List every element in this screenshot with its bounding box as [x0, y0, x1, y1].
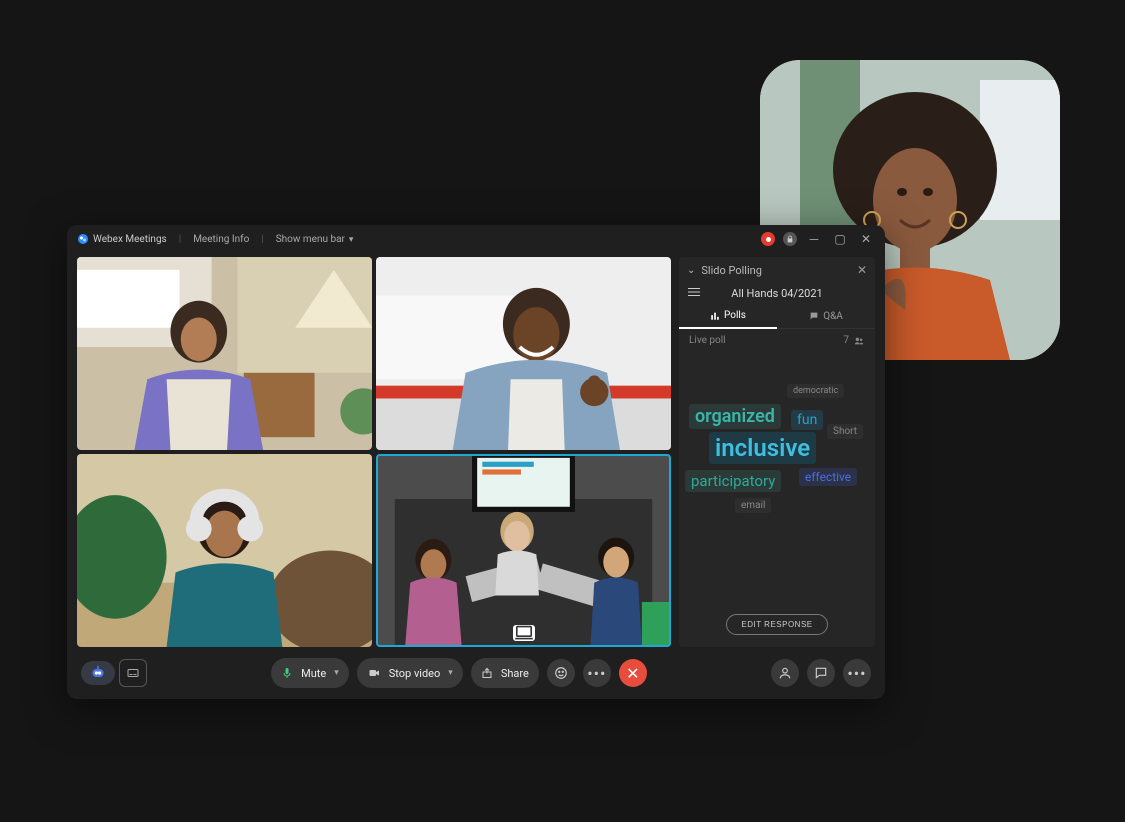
video-tile[interactable] — [77, 257, 372, 450]
chat-button[interactable] — [807, 659, 835, 687]
word-cloud: democratic organized fun Short inclusive part… — [679, 352, 875, 614]
word-cloud-word: organized — [689, 404, 781, 429]
qa-icon — [809, 311, 819, 321]
app-brand: Webex Meetings — [77, 233, 167, 245]
maximize-button[interactable]: ▢ — [831, 230, 849, 248]
reactions-button[interactable] — [547, 659, 575, 687]
ellipsis-icon: ••• — [587, 664, 606, 683]
event-title-label: All Hands 04/2021 — [731, 287, 822, 300]
slido-panel: ⌄ Slido Polling ✕ All Hands 04/2021 Poll… — [679, 257, 875, 647]
tab-qa[interactable]: Q&A — [777, 304, 875, 328]
panel-options-button[interactable]: ••• — [843, 659, 871, 687]
robot-icon — [88, 665, 108, 681]
person-icon — [778, 666, 792, 680]
app-name-label: Webex Meetings — [93, 234, 167, 245]
word-cloud-word: email — [735, 498, 771, 513]
control-bar: Mute Stop video Share ••• ✕ — [67, 647, 885, 699]
word-cloud-word: inclusive — [709, 432, 816, 464]
more-options-button[interactable]: ••• — [583, 659, 611, 687]
chevron-down-icon[interactable] — [448, 668, 453, 678]
smiley-icon — [554, 666, 568, 680]
captions-button[interactable] — [119, 659, 147, 687]
chevron-down-icon[interactable]: ⌄ — [687, 265, 695, 276]
record-indicator-icon[interactable] — [761, 232, 775, 246]
share-icon — [481, 667, 493, 679]
edit-response-button[interactable]: EDIT RESPONSE — [726, 614, 827, 635]
meeting-info-link[interactable]: Meeting Info — [193, 234, 249, 245]
meeting-window: Webex Meetings | Meeting Info | Show men… — [67, 225, 885, 699]
video-grid — [77, 257, 671, 647]
polls-icon — [710, 311, 720, 321]
assistant-button[interactable] — [81, 661, 115, 685]
word-cloud-word: effective — [799, 468, 857, 486]
video-tile[interactable] — [376, 257, 671, 450]
microphone-icon — [281, 666, 293, 680]
menu-icon[interactable] — [687, 286, 701, 301]
screen-share-icon — [513, 625, 535, 641]
captions-icon — [126, 667, 140, 679]
participants-icon — [853, 336, 865, 346]
panel-name-label: Slido Polling — [701, 264, 762, 277]
show-menu-bar-link[interactable]: Show menu bar — [276, 234, 354, 245]
ellipsis-icon: ••• — [847, 664, 866, 683]
close-icon: ✕ — [626, 664, 639, 683]
chevron-down-icon[interactable] — [334, 668, 339, 678]
word-cloud-word: Short — [827, 424, 863, 439]
end-call-button[interactable]: ✕ — [619, 659, 647, 687]
chat-icon — [814, 666, 828, 680]
panel-close-button[interactable]: ✕ — [857, 263, 867, 277]
word-cloud-word: participatory — [685, 470, 781, 492]
panel-tabs: Polls Q&A — [679, 304, 875, 329]
word-cloud-word: fun — [791, 410, 823, 430]
tab-polls[interactable]: Polls — [679, 304, 777, 329]
video-tile[interactable] — [77, 454, 372, 647]
word-cloud-word: democratic — [787, 384, 844, 398]
minimize-button[interactable]: ─ — [805, 230, 823, 248]
content-area: ⌄ Slido Polling ✕ All Hands 04/2021 Poll… — [67, 253, 885, 647]
mute-button[interactable]: Mute — [271, 658, 349, 688]
lock-indicator-icon[interactable] — [783, 232, 797, 246]
camera-icon — [367, 667, 381, 679]
webex-icon — [77, 233, 89, 245]
chevron-down-icon — [349, 234, 354, 245]
stop-video-button[interactable]: Stop video — [357, 658, 463, 688]
poll-status-label: Live poll — [689, 335, 726, 346]
vote-count: 7 — [843, 335, 849, 346]
video-tile-active[interactable] — [376, 454, 671, 647]
close-window-button[interactable]: ✕ — [857, 230, 875, 248]
title-bar: Webex Meetings | Meeting Info | Show men… — [67, 225, 885, 253]
share-button[interactable]: Share — [471, 658, 539, 688]
participants-button[interactable] — [771, 659, 799, 687]
